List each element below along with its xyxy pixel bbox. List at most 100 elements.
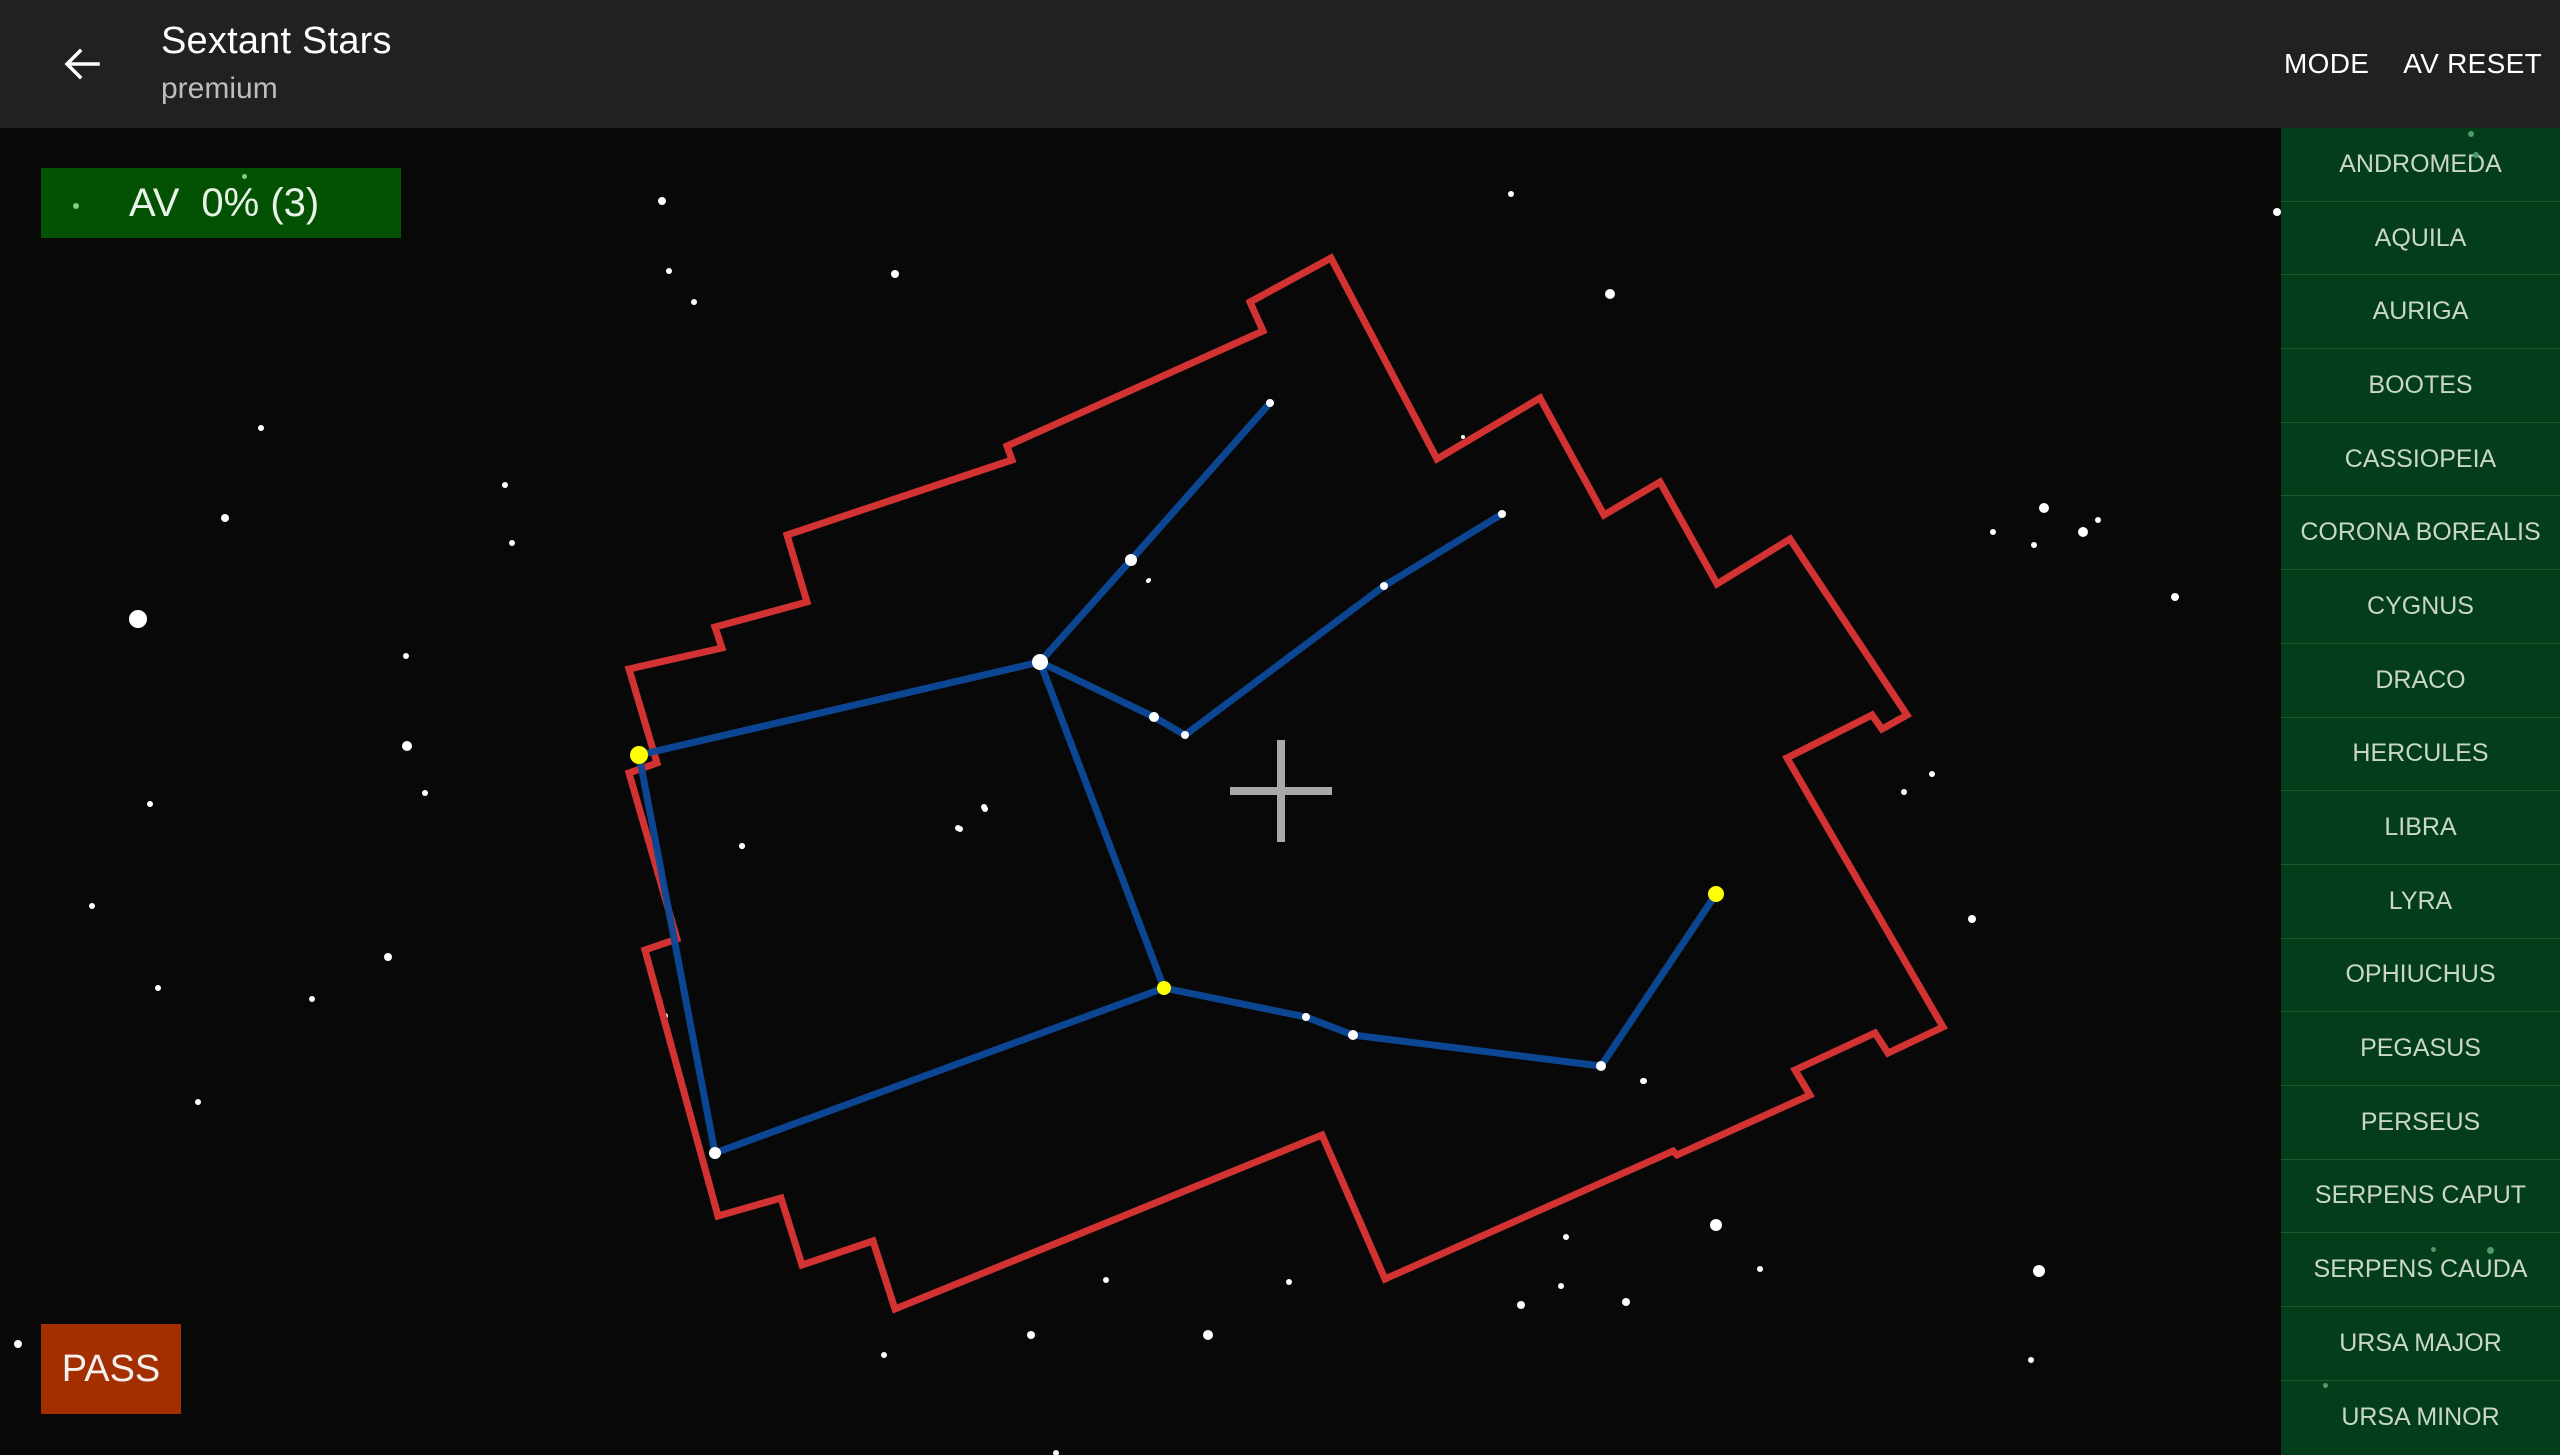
app-title: Sextant Stars bbox=[161, 20, 392, 62]
constellation-item-label: CYGNUS bbox=[2367, 591, 2474, 620]
background-star bbox=[2028, 1357, 2034, 1363]
constellation-item-cassiopeia[interactable]: CASSIOPEIA bbox=[2281, 423, 2560, 497]
app-subtitle: premium bbox=[161, 72, 278, 105]
header-actions: MODE AV RESET bbox=[2284, 0, 2542, 128]
figure-line bbox=[1382, 511, 1504, 589]
background-star bbox=[1147, 578, 1151, 582]
background-star bbox=[1901, 789, 1907, 795]
background-star bbox=[2039, 503, 2049, 513]
av-reset-button[interactable]: AV RESET bbox=[2403, 48, 2542, 80]
constellation-item-label: PEGASUS bbox=[2360, 1034, 2481, 1063]
constellation-figure-lines bbox=[635, 400, 1719, 1157]
background-star bbox=[1303, 1014, 1309, 1020]
background-star bbox=[2273, 208, 2281, 216]
sky-map[interactable] bbox=[0, 128, 2281, 1455]
constellation-item-bootes[interactable]: BOOTES bbox=[2281, 349, 2560, 423]
figure-line bbox=[1304, 1013, 1355, 1039]
background-star bbox=[1103, 1277, 1109, 1283]
constellation-item-aquila[interactable]: AQUILA bbox=[2281, 202, 2560, 276]
background-star bbox=[221, 514, 229, 522]
figure-star bbox=[1498, 510, 1506, 518]
background-star bbox=[1563, 1234, 1569, 1240]
background-star bbox=[403, 653, 409, 659]
background-star bbox=[666, 268, 672, 274]
background-star bbox=[1508, 191, 1514, 197]
mode-button[interactable]: MODE bbox=[2284, 48, 2369, 80]
constellation-boundary bbox=[624, 253, 1948, 1314]
background-star bbox=[402, 741, 412, 751]
constellation-item-lyra[interactable]: LYRA bbox=[2281, 865, 2560, 939]
constellation-item-corona-borealis[interactable]: CORONA BOREALIS bbox=[2281, 496, 2560, 571]
figure-line bbox=[635, 754, 719, 1154]
constellation-item-draco[interactable]: DRACO bbox=[2281, 644, 2560, 718]
background-star bbox=[891, 270, 899, 278]
highlighted-star bbox=[630, 746, 648, 764]
star-dot bbox=[73, 203, 79, 209]
background-star bbox=[2078, 527, 2088, 537]
background-star bbox=[1640, 1078, 1646, 1084]
background-star bbox=[422, 790, 428, 796]
av-label: AV bbox=[129, 180, 180, 225]
constellation-item-label: SERPENS CAPUT bbox=[2314, 1181, 2527, 1210]
star-dot bbox=[2473, 152, 2479, 158]
constellation-item-label: CASSIOPEIA bbox=[2344, 444, 2497, 473]
background-star bbox=[2033, 1265, 2045, 1277]
constellation-item-cygnus[interactable]: CYGNUS bbox=[2281, 570, 2560, 644]
star-dot bbox=[242, 174, 247, 179]
constellation-item-ursa-major[interactable]: URSA MAJOR bbox=[2281, 1307, 2560, 1381]
av-status-badge: AV 0% (3) bbox=[41, 168, 401, 238]
constellation-item-ursa-minor[interactable]: URSA MINOR bbox=[2281, 1381, 2560, 1455]
figure-star bbox=[1266, 399, 1274, 407]
back-button[interactable] bbox=[52, 34, 112, 94]
background-star bbox=[147, 801, 153, 807]
constellation-item-hercules[interactable]: HERCULES bbox=[2281, 718, 2560, 792]
highlighted-star bbox=[1157, 981, 1171, 995]
constellation-item-label: OPHIUCHUS bbox=[2345, 960, 2496, 989]
constellation-item-label: LYRA bbox=[2388, 886, 2453, 915]
av-value: 0% (3) bbox=[201, 180, 320, 225]
figure-star bbox=[1380, 582, 1388, 590]
highlighted-star bbox=[1708, 886, 1724, 902]
constellation-item-pegasus[interactable]: PEGASUS bbox=[2281, 1012, 2560, 1086]
background-star bbox=[658, 197, 666, 205]
figure-line bbox=[638, 658, 1041, 759]
figure-star bbox=[1596, 1061, 1606, 1071]
arrow-left-icon bbox=[64, 48, 100, 80]
figure-star bbox=[1032, 654, 1048, 670]
constellation-item-perseus[interactable]: PERSEUS bbox=[2281, 1086, 2560, 1160]
figure-star bbox=[1181, 731, 1189, 739]
star-dot bbox=[2323, 1382, 2328, 1388]
figure-star bbox=[1125, 554, 1137, 566]
constellation-item-label: LIBRA bbox=[2384, 813, 2457, 842]
constellation-item-ophiuchus[interactable]: OPHIUCHUS bbox=[2281, 939, 2560, 1013]
constellation-item-label: CORONA BOREALIS bbox=[2300, 518, 2541, 547]
background-star bbox=[1203, 1330, 1213, 1340]
constellation-item-libra[interactable]: LIBRA bbox=[2281, 791, 2560, 865]
constellation-item-serpens-caput[interactable]: SERPENS CAPUT bbox=[2281, 1160, 2560, 1234]
background-star bbox=[384, 953, 392, 961]
background-star bbox=[2171, 593, 2179, 601]
figure-line bbox=[713, 984, 1166, 1157]
pass-button[interactable]: PASS bbox=[41, 1324, 181, 1414]
constellation-item-andromeda[interactable]: ANDROMEDA bbox=[2281, 128, 2560, 202]
figure-line bbox=[1352, 1031, 1602, 1070]
constellation-item-auriga[interactable]: AURIGA bbox=[2281, 275, 2560, 350]
figure-line bbox=[1037, 557, 1134, 665]
background-star bbox=[1622, 1298, 1630, 1306]
constellation-item-serpens-cauda[interactable]: SERPENS CAUDA bbox=[2281, 1233, 2560, 1307]
background-star bbox=[1757, 1266, 1763, 1272]
constellation-item-label: BOOTES bbox=[2368, 370, 2473, 399]
constellation-item-label: AQUILA bbox=[2374, 223, 2467, 252]
background-star bbox=[1558, 1283, 1564, 1289]
constellation-item-label: SERPENS CAUDA bbox=[2313, 1255, 2528, 1284]
background-star bbox=[258, 425, 264, 431]
figure-line bbox=[1182, 583, 1387, 738]
constellation-item-label: HERCULES bbox=[2352, 739, 2489, 768]
star-dot bbox=[2431, 1247, 2436, 1253]
constellation-item-label: DRACO bbox=[2375, 665, 2466, 694]
background-star bbox=[739, 843, 745, 849]
background-star bbox=[195, 1099, 201, 1105]
background-star bbox=[14, 1340, 22, 1348]
star-dot bbox=[2468, 131, 2474, 137]
constellation-list[interactable]: ANDROMEDA AQUILA AURIGA BOOTES CASSIOPEI… bbox=[2281, 128, 2560, 1455]
